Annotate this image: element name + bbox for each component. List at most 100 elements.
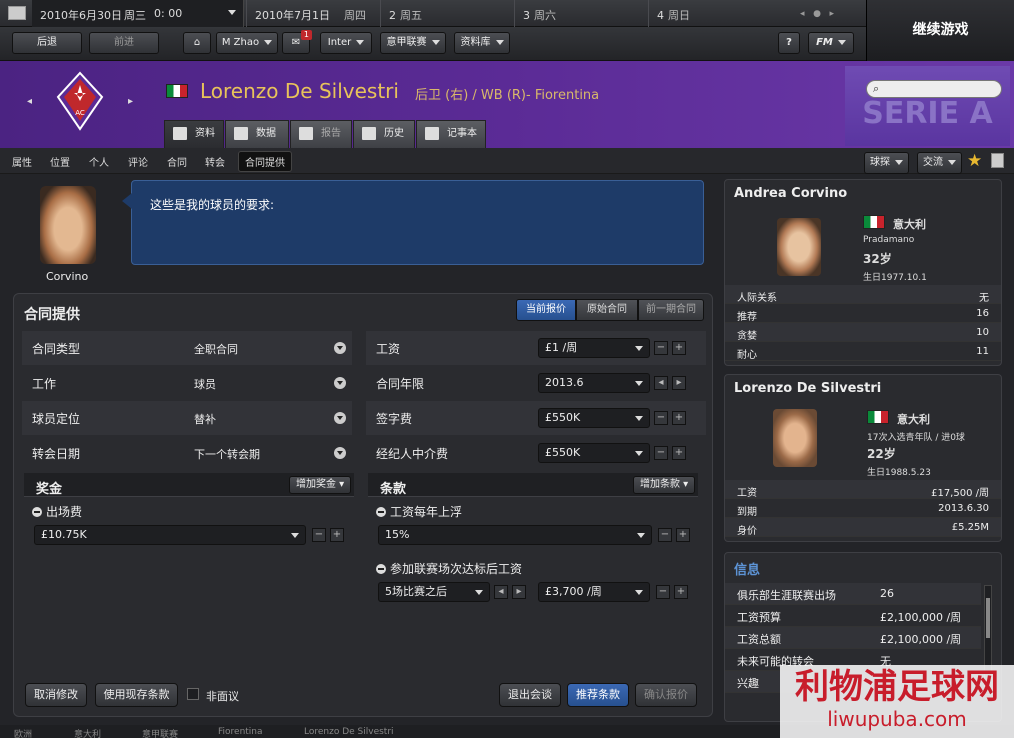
wage-rise-field[interactable]: 15% bbox=[378, 525, 652, 545]
tab-stats[interactable]: 数据 bbox=[225, 120, 289, 148]
new-wage-field[interactable]: £3,700 /周 bbox=[538, 582, 650, 602]
tab-report[interactable]: 报告 bbox=[290, 120, 352, 148]
match-count-field[interactable]: 5场比赛之后 bbox=[378, 582, 490, 602]
scrollbar-thumb[interactable] bbox=[986, 598, 990, 638]
dropdown-icon[interactable] bbox=[334, 342, 346, 354]
signing-fee-field[interactable]: £550K bbox=[538, 408, 650, 428]
agent-birth: 生日1977.10.1 bbox=[863, 273, 927, 283]
use-current-terms-button[interactable]: 使用现存条款 bbox=[95, 683, 178, 707]
contract-row[interactable]: 工作 球员 bbox=[22, 366, 352, 400]
increase-button[interactable]: + bbox=[674, 585, 688, 599]
decrease-button[interactable]: − bbox=[654, 341, 668, 355]
decrease-button[interactable]: − bbox=[654, 411, 668, 425]
search-input[interactable]: ⌕ bbox=[866, 80, 1002, 98]
calendar-icon[interactable] bbox=[8, 6, 26, 20]
prev-arrow-icon[interactable]: ◂ bbox=[27, 96, 32, 107]
day-cell[interactable]: 4 周日 bbox=[648, 0, 784, 27]
remove-icon[interactable] bbox=[376, 507, 386, 517]
subnav-personal[interactable]: 个人 bbox=[89, 154, 109, 169]
tab-profile[interactable]: 资料 bbox=[164, 120, 224, 148]
day-cell[interactable]: 3 周六 bbox=[514, 0, 648, 27]
contract-row[interactable]: 合同类型 全职合同 bbox=[22, 331, 352, 365]
breadcrumb-item[interactable]: 意大利 bbox=[74, 727, 101, 738]
contract-length-field[interactable]: 2013.6 bbox=[538, 373, 650, 393]
agent-card-name[interactable]: Andrea Corvino bbox=[734, 186, 847, 201]
tab-current-offer[interactable]: 当前报价 bbox=[516, 299, 576, 321]
tab-notebook[interactable]: 记事本 bbox=[416, 120, 486, 148]
league-menu[interactable]: 意甲联赛 bbox=[380, 32, 446, 54]
increase-button[interactable]: + bbox=[672, 446, 686, 460]
subnav-comments[interactable]: 评论 bbox=[128, 154, 148, 169]
non-negotiable-checkbox[interactable] bbox=[187, 688, 199, 700]
dropdown-icon[interactable] bbox=[334, 412, 346, 424]
cancel-changes-button[interactable]: 取消修改 bbox=[25, 683, 87, 707]
subnav-transfer[interactable]: 转会 bbox=[205, 154, 225, 169]
date-scroll-controls[interactable]: ◂ ● ▸ bbox=[800, 9, 834, 19]
day-cell[interactable]: 2010年7月1日 周四 bbox=[246, 0, 380, 27]
star-icon[interactable]: ★ bbox=[967, 151, 982, 171]
increase-button[interactable]: + bbox=[676, 528, 690, 542]
increase-button[interactable]: + bbox=[330, 528, 344, 542]
interact-menu[interactable]: 交流 bbox=[917, 152, 962, 174]
decrease-button[interactable]: − bbox=[656, 585, 670, 599]
fm-menu[interactable]: FM bbox=[808, 32, 854, 54]
decrease-button[interactable]: − bbox=[654, 446, 668, 460]
inbox-icon[interactable]: ✉ 1 bbox=[282, 30, 312, 54]
increase-button[interactable]: ▸ bbox=[512, 585, 526, 599]
breadcrumb-item[interactable]: 意甲联赛 bbox=[142, 727, 178, 738]
increase-button[interactable]: ▸ bbox=[672, 376, 686, 390]
forward-button[interactable]: 前进 bbox=[89, 32, 159, 54]
increase-button[interactable]: + bbox=[672, 411, 686, 425]
subnav-contract-offer[interactable]: 合同提供 bbox=[238, 151, 292, 172]
club-menu[interactable]: Inter bbox=[320, 32, 372, 54]
appearance-fee-field[interactable]: £10.75K bbox=[34, 525, 306, 545]
decrease-button[interactable]: − bbox=[658, 528, 672, 542]
chevron-down-icon[interactable] bbox=[228, 10, 236, 15]
confirm-offer-button[interactable]: 确认报价 bbox=[635, 683, 697, 707]
wage-field[interactable]: £1 /周 bbox=[538, 338, 650, 358]
manager-menu[interactable]: M Zhao bbox=[216, 32, 278, 54]
add-bonus-button[interactable]: 增加奖金 ▾ bbox=[289, 476, 352, 494]
decrease-button[interactable]: − bbox=[312, 528, 326, 542]
player-card-name[interactable]: Lorenzo De Silvestri bbox=[734, 381, 881, 396]
agent-fee-field[interactable]: £550K bbox=[538, 443, 650, 463]
breadcrumb-item[interactable]: 欧洲 bbox=[14, 727, 32, 738]
decrease-button[interactable]: ◂ bbox=[494, 585, 508, 599]
tab-history[interactable]: 历史 bbox=[353, 120, 415, 148]
database-menu[interactable]: 资料库 bbox=[454, 32, 510, 54]
add-clause-button[interactable]: 增加条款 ▾ bbox=[633, 476, 696, 494]
next-arrow-icon[interactable]: ▸ bbox=[128, 96, 133, 107]
inbox-count: 1 bbox=[300, 30, 312, 40]
current-date[interactable]: 2010年6月30日 周三 0: 00 bbox=[32, 0, 244, 27]
help-button[interactable]: ? bbox=[778, 32, 800, 54]
contract-row[interactable]: 转会日期 下一个转会期 bbox=[22, 436, 352, 470]
attr-row: 工资 £17,500 /周 bbox=[725, 480, 1001, 499]
dropdown-icon[interactable] bbox=[334, 447, 346, 459]
suggest-terms-button[interactable]: 推荐条款 bbox=[567, 683, 629, 707]
scout-menu[interactable]: 球探 bbox=[864, 152, 909, 174]
decrease-button[interactable]: ◂ bbox=[654, 376, 668, 390]
nav-bar: 后退 前进 ⌂ M Zhao ✉ 1 Inter 意甲联赛 资料库 ? FM bbox=[0, 27, 866, 61]
tab-previous-contract[interactable]: 前一期合同 bbox=[638, 299, 704, 321]
tab-original-contract[interactable]: 原始合同 bbox=[576, 299, 638, 321]
dropdown-icon[interactable] bbox=[334, 377, 346, 389]
exit-negotiation-button[interactable]: 退出会谈 bbox=[499, 683, 561, 707]
subnav-contract[interactable]: 合同 bbox=[167, 154, 187, 169]
note-icon[interactable] bbox=[991, 153, 1004, 168]
appearance-fee-label: 出场费 bbox=[32, 503, 82, 520]
subnav-positions[interactable]: 位置 bbox=[50, 154, 70, 169]
continue-button[interactable]: 继续游戏 bbox=[866, 0, 1014, 61]
subnav-attributes[interactable]: 属性 bbox=[12, 154, 32, 169]
day-cell[interactable]: 2 周五 bbox=[380, 0, 514, 27]
contract-row: 经纪人中介费 £550K − + bbox=[366, 436, 706, 470]
breadcrumb-item[interactable]: Fiorentina bbox=[218, 727, 263, 737]
increase-button[interactable]: + bbox=[672, 341, 686, 355]
breadcrumb-item[interactable]: Lorenzo De Silvestri bbox=[304, 727, 394, 737]
player-nation: 意大利 bbox=[897, 413, 930, 426]
attr-row: 贪婪 10 bbox=[725, 323, 1001, 342]
remove-icon[interactable] bbox=[32, 507, 42, 517]
home-icon[interactable]: ⌂ bbox=[183, 32, 211, 54]
back-button[interactable]: 后退 bbox=[12, 32, 82, 54]
remove-icon[interactable] bbox=[376, 564, 386, 574]
contract-row[interactable]: 球员定位 替补 bbox=[22, 401, 352, 435]
